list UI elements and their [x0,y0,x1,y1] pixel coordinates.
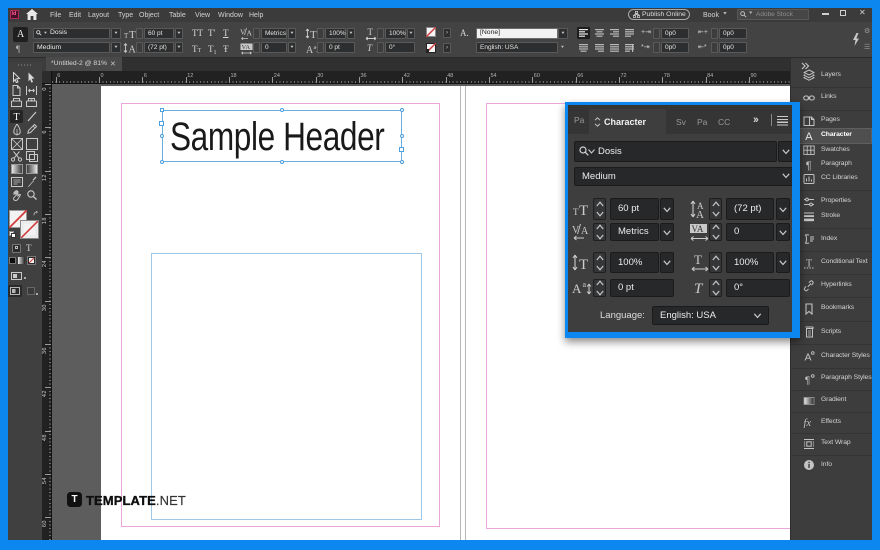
svg-text:¶: ¶ [805,374,811,385]
svg-text:A: A [129,45,137,55]
svg-text:A: A [572,281,582,296]
svg-text:T: T [368,27,374,37]
svg-text:T: T [310,29,317,40]
svg-text:fx: fx [804,418,812,428]
svg-text:A: A [696,209,704,219]
svg-text:T: T [129,29,136,40]
svg-text:VA: VA [242,44,251,51]
svg-text:T: T [694,252,702,267]
svg-text:A: A [581,226,589,237]
svg-text:A: A [805,131,813,142]
svg-text:T: T [579,203,588,217]
svg-text:T: T [579,257,588,272]
svg-text:A: A [247,28,253,37]
svg-text:T: T [694,281,704,296]
svg-text:¶: ¶ [806,160,812,171]
svg-text:a: a [583,280,587,289]
svg-text:T: T [806,258,812,269]
svg-text:VA: VA [692,224,704,234]
svg-text:A: A [805,352,812,363]
